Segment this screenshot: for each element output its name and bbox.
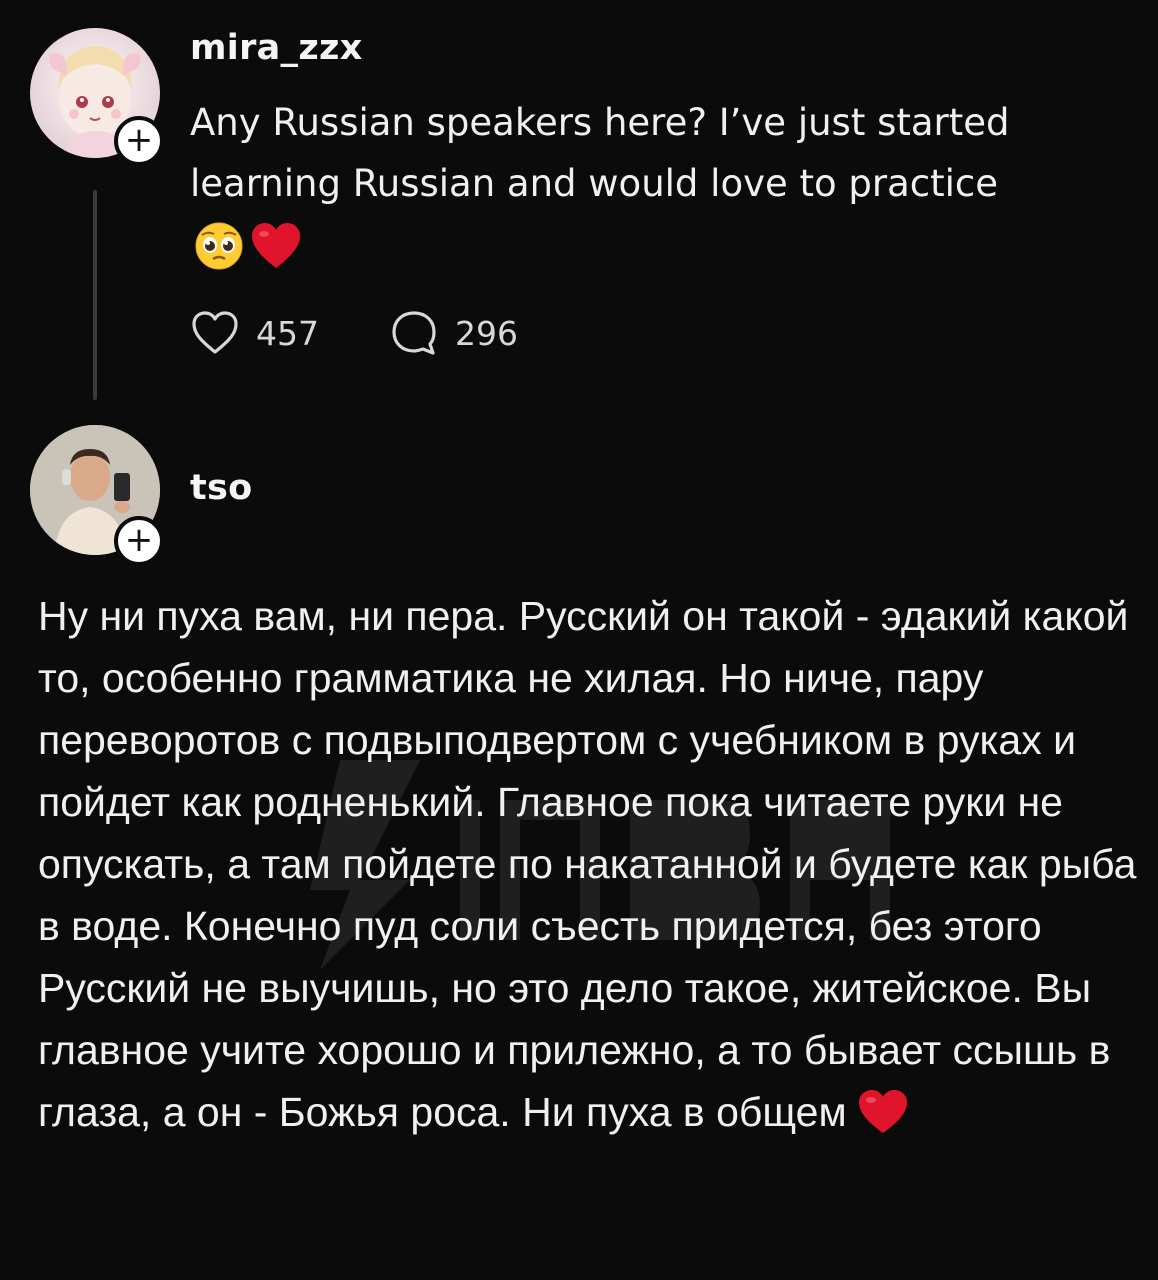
reply-text: Ну ни пуха вам, ни пера. Русский он тако… (38, 585, 1138, 1143)
username[interactable]: mira_zzx (190, 28, 363, 68)
comment-bubble-icon[interactable] (389, 308, 439, 358)
reply-body: Ну ни пуха вам, ни пера. Русский он тако… (38, 593, 1137, 1135)
like-count: 457 (256, 313, 319, 353)
red-heart-icon (858, 1090, 907, 1133)
comment-action[interactable]: 296 (389, 308, 518, 358)
thread-connector-line (93, 190, 97, 400)
post-actions: 457 296 (190, 305, 588, 361)
follow-button[interactable]: + (114, 116, 164, 166)
comment-count: 296 (455, 313, 518, 353)
heart-outline-icon[interactable] (190, 308, 240, 358)
red-heart-icon (252, 223, 300, 268)
pleading-face-icon (195, 222, 243, 270)
like-action[interactable]: 457 (190, 308, 319, 358)
username[interactable]: tso (190, 468, 253, 508)
follow-button[interactable]: + (114, 516, 164, 566)
emoji-row (194, 215, 302, 277)
post-text: Any Russian speakers here? I’ve just sta… (190, 101, 1010, 205)
